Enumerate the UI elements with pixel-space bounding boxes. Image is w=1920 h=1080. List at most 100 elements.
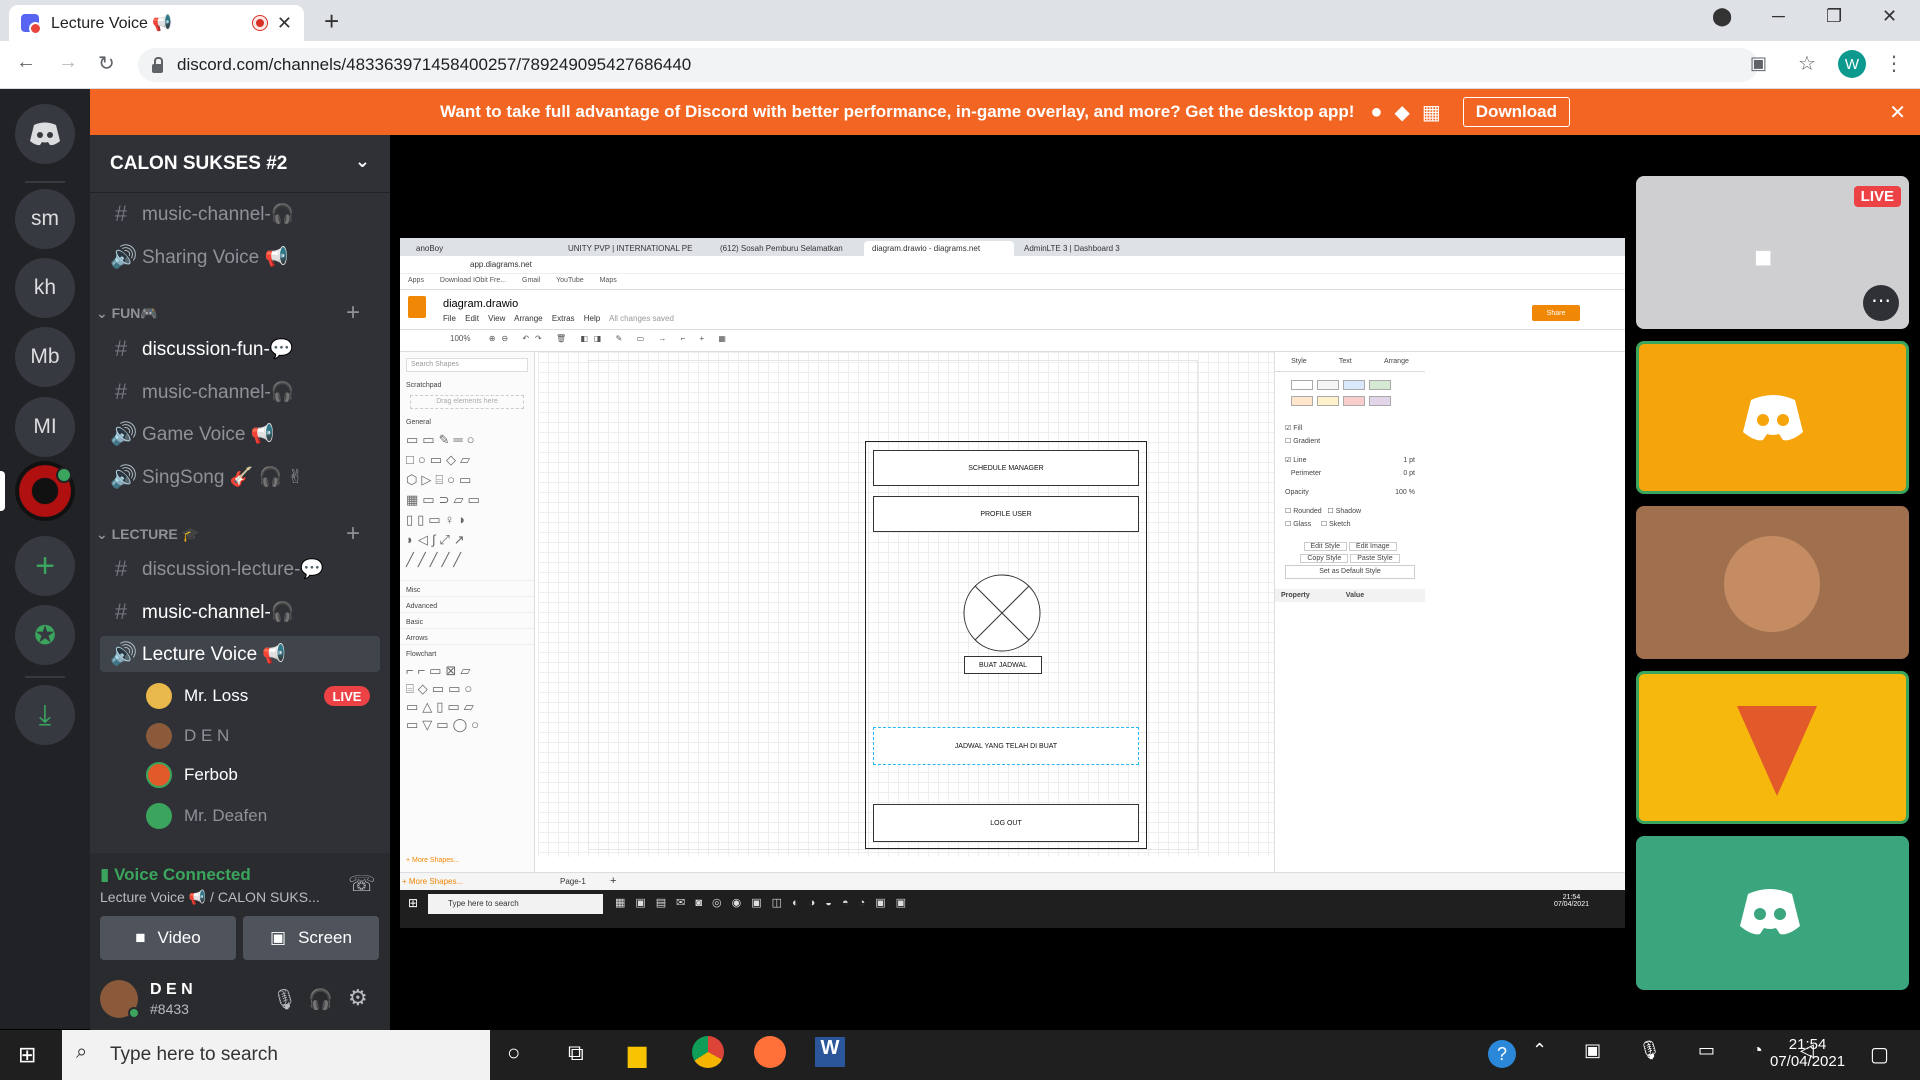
voice-status-label: Voice Connected [114, 865, 251, 884]
channel-game-voice[interactable]: 🔊 Game Voice 📢 [100, 416, 380, 452]
voice-user-ferbob[interactable]: Ferbob [146, 760, 238, 790]
screen-button[interactable]: ▣ Screen [243, 916, 379, 960]
chevron-down-icon[interactable]: ⌄ [355, 151, 370, 172]
download-button[interactable]: Download [1462, 97, 1570, 127]
server-icon-mb[interactable]: Mb [15, 327, 75, 387]
new-tab-button[interactable]: + [324, 6, 339, 37]
drawio-shapes-panel: Search Shapes Scratchpad Drag elements h… [400, 352, 535, 872]
add-server-icon[interactable]: + [15, 536, 75, 596]
voice-user-mr-loss[interactable]: Mr. Loss [146, 681, 248, 711]
prop-label: Sketch [1329, 521, 1351, 528]
participant-tile-den[interactable] [1636, 506, 1909, 659]
prop-perimeter: Perimeter 0 pt [1285, 467, 1415, 480]
video-icon: ■ [135, 928, 146, 947]
windows-start-icon[interactable]: ⊞ [18, 1042, 36, 1068]
voice-user-mr-deafen[interactable]: Mr. Deafen [146, 801, 267, 831]
channel-discussion-lecture[interactable]: # discussion-lecture-💬 [100, 551, 380, 587]
menu-item: Help [583, 314, 601, 323]
channel-music[interactable]: # music-channel-🎧 [100, 196, 380, 232]
browser-tab-active[interactable]: Lecture Voice 📢 ✕ [9, 5, 304, 41]
start-icon: ⊞ [408, 896, 419, 910]
user-tag: #8433 [150, 1001, 189, 1017]
hash-icon: # [114, 599, 128, 624]
browser-menu-icon[interactable]: ⋮ [1884, 51, 1904, 76]
windows-icon: ▦ [1421, 101, 1441, 124]
notifications-icon[interactable]: ▢ [1870, 1042, 1889, 1067]
chrome-icon[interactable] [692, 1036, 724, 1068]
channel-singsong[interactable]: 🔊 SingSong 🎸 🎧 ✌ [100, 459, 380, 495]
speaker-icon: 🔊 [110, 464, 138, 489]
scratchpad-label: Scratchpad [406, 382, 442, 389]
camera-icon[interactable]: ▣ [1750, 53, 1767, 74]
bookmark-star-icon[interactable]: ☆ [1798, 51, 1816, 76]
minimize-icon[interactable]: ─ [1772, 6, 1785, 27]
profile-avatar[interactable]: W [1838, 50, 1866, 78]
firefox-icon[interactable] [754, 1036, 786, 1068]
taskbar-clock[interactable]: 21:54 07/04/2021 [1770, 1036, 1845, 1070]
search-shapes: Search Shapes [406, 358, 528, 372]
voice-user-den[interactable]: D E N [146, 721, 229, 751]
browser-tab-strip: Lecture Voice 📢 ✕ + ⬤ ─ ❐ ✕ [0, 0, 1920, 41]
headphones-icon[interactable]: 🎧 [308, 987, 333, 1012]
prop-opacity: Opacity 100 % [1285, 486, 1415, 499]
category-lecture[interactable]: ⌄ LECTURE 🎓 + [96, 520, 360, 547]
video-button[interactable]: ■ Video [100, 916, 236, 960]
participant-tile-ferbob[interactable] [1636, 671, 1909, 824]
menu-item: Extras [551, 314, 575, 323]
channel-discussion-fun[interactable]: # discussion-fun-💬 [100, 331, 380, 367]
maximize-icon[interactable]: ❐ [1826, 6, 1842, 27]
close-window-icon[interactable]: ✕ [1882, 6, 1897, 27]
lock-icon [152, 56, 163, 73]
forward-icon[interactable]: → [58, 51, 78, 74]
explore-compass-icon[interactable]: ✪ [15, 605, 75, 665]
flowchart-shapes: ⌐⌐▭⊠▱ ⌸◇▭▭○ ▭△▯▭▱ ▭▽▭◯○ [406, 663, 483, 732]
profile-menu-icon[interactable]: ⬤ [1712, 6, 1732, 27]
channel-label: Game Voice 📢 [142, 424, 275, 445]
stream-preview-tile[interactable]: LIVE ■ ⋯ [1636, 176, 1909, 329]
channel-music-lecture[interactable]: # music-channel-🎧 [100, 594, 380, 630]
add-channel-icon[interactable]: + [346, 520, 360, 548]
screen-share-stream[interactable]: anoBoy UNITY PVP | INTERNATIONAL PE (612… [400, 238, 1625, 928]
stream-tab: AdminLTE 3 | Dashboard 3 [1024, 244, 1120, 253]
url-field[interactable]: discord.com/channels/483363971458400257/… [138, 48, 1816, 82]
apple-icon: ● [1370, 100, 1383, 123]
bookmark: Maps [599, 277, 617, 284]
voice-status-title[interactable]: ▮ Voice Connected [100, 865, 251, 885]
hash-icon: # [114, 379, 128, 404]
cortana-icon[interactable]: ○ [507, 1040, 520, 1066]
property-header: Property Value [1275, 589, 1425, 602]
discord-avatar-icon [1743, 395, 1803, 441]
divider [25, 676, 65, 678]
task-view-icon[interactable]: ⧉ [568, 1040, 584, 1066]
taskbar-search-box[interactable]: ⌕ Type here to search [62, 1030, 490, 1080]
avatar [146, 723, 172, 749]
close-banner-icon[interactable]: ✕ [1889, 100, 1906, 125]
category-fun[interactable]: ⌄ FUN🎮 + [96, 299, 360, 326]
user-panel: D E N #8433 🎙 🎧 ⚙ [90, 973, 390, 1030]
server-icon-kh[interactable]: kh [15, 258, 75, 318]
clock-date: 07/04/2021 [1770, 1053, 1846, 1070]
server-header[interactable]: CALON SUKSES #2 ⌄ [90, 135, 390, 193]
disconnect-icon[interactable]: ☏ [348, 871, 376, 897]
server-icon-sm[interactable]: sm [15, 189, 75, 249]
reload-icon[interactable]: ↻ [98, 51, 115, 76]
download-apps-icon[interactable]: ⤓ [15, 685, 75, 745]
add-channel-icon[interactable]: + [346, 299, 360, 327]
settings-gear-icon[interactable]: ⚙ [348, 985, 368, 1011]
server-icon-mi[interactable]: MI [15, 397, 75, 457]
more-options-icon[interactable]: ⋯ [1863, 285, 1899, 321]
participant-tile-mr-deafen[interactable] [1636, 836, 1909, 990]
discord-home-icon[interactable] [15, 104, 75, 164]
word-icon[interactable]: W [815, 1037, 845, 1067]
channel-music-fun[interactable]: # music-channel-🎧 [100, 374, 380, 410]
microphone-icon[interactable]: 🎙 [272, 987, 297, 1012]
channel-lecture-voice[interactable]: 🔊 Lecture Voice 📢 [100, 636, 380, 672]
voice-status-subtitle[interactable]: Lecture Voice 📢 / CALON SUKS... [100, 889, 320, 906]
close-tab-icon[interactable]: ✕ [277, 13, 292, 34]
back-icon[interactable]: ← [16, 51, 36, 74]
participant-tile-mr-loss[interactable] [1636, 341, 1909, 494]
help-icon[interactable]: ? [1488, 1040, 1516, 1068]
hash-icon: # [114, 556, 128, 581]
file-explorer-icon[interactable]: ▆ [628, 1040, 646, 1069]
channel-sharing-voice[interactable]: 🔊 Sharing Voice 📢 [100, 239, 380, 275]
